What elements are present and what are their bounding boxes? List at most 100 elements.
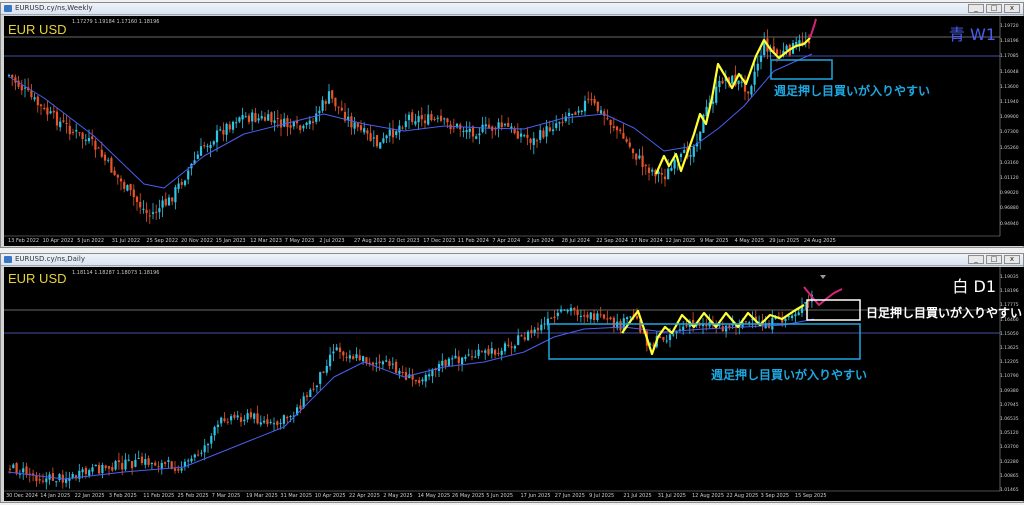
- candle-body: [692, 146, 695, 157]
- weekly-chart-area[interactable]: EUR USD 1.17279 1.19184 1.17160 1.18196 …: [4, 16, 1024, 246]
- candle-body: [335, 347, 338, 351]
- candle-body: [750, 85, 753, 95]
- candle-body: [500, 350, 503, 355]
- candle-body: [315, 385, 318, 388]
- candle-body: [685, 325, 688, 327]
- daily-chart-window[interactable]: EURUSD.cy/ns,Daily _ □ x EUR USD 1.18114…: [0, 253, 1024, 503]
- candle-body: [579, 315, 582, 317]
- weekly-window-titlebar[interactable]: EURUSD.cy/ns,Weekly _ □ x: [1, 3, 1023, 15]
- candle-body: [124, 459, 127, 470]
- candle-body: [158, 208, 161, 213]
- candle-body: [721, 80, 724, 84]
- candle-body: [78, 132, 81, 134]
- candle-body: [87, 138, 91, 142]
- price-tick-label: 1.19035: [1000, 275, 1019, 280]
- price-tick-label: 0.99020: [1000, 191, 1019, 197]
- candle-body: [718, 325, 721, 327]
- candle-body: [533, 329, 536, 333]
- candle-body: [673, 159, 676, 169]
- date-tick-label: 28 Jul 2024: [561, 238, 590, 244]
- candle-body: [220, 417, 223, 424]
- candle-body: [206, 145, 209, 147]
- candle-body: [299, 125, 302, 131]
- price-tick-label: 1.03160: [1000, 160, 1019, 166]
- candle-body: [414, 379, 417, 382]
- candle-body: [270, 112, 273, 123]
- date-tick-label: 25 Feb 2025: [177, 493, 209, 499]
- candle-body: [197, 454, 200, 456]
- candle-body: [173, 468, 177, 471]
- weekly-pullback-note: 週足押し目買いが入りやすい: [711, 368, 868, 382]
- price-tick-label: 1.17775: [1000, 303, 1019, 309]
- candle-body: [596, 101, 599, 112]
- candle-body: [129, 184, 132, 191]
- daily-window-titlebar[interactable]: EURUSD.cy/ns,Daily _ □ x: [1, 254, 1023, 266]
- candle-body: [71, 131, 75, 133]
- candle-body: [401, 127, 404, 129]
- date-tick-label: 10 Apr 2022: [42, 238, 74, 244]
- weekly-chart-window[interactable]: EURUSD.cy/ns,Weekly _ □ x EUR USD 1.1727…: [0, 2, 1024, 248]
- candle-body: [593, 99, 596, 104]
- candle-body: [414, 121, 417, 125]
- candle-body: [107, 466, 111, 469]
- candle-body: [111, 467, 114, 471]
- minimize-button[interactable]: _: [968, 255, 984, 264]
- candle-body: [651, 169, 654, 172]
- candle-body: [753, 71, 756, 85]
- candle-body: [114, 461, 117, 470]
- maximize-button[interactable]: □: [986, 4, 1002, 13]
- date-tick-label: 9 Jul 2025: [589, 493, 615, 499]
- candle-body: [203, 445, 206, 453]
- candle-body: [443, 118, 446, 120]
- symbol-label: EUR USD: [8, 271, 67, 286]
- candle-body: [249, 412, 252, 418]
- candle-body: [795, 41, 798, 45]
- moving-average-line: [7, 53, 813, 189]
- candle-body: [507, 344, 510, 346]
- candle-body: [470, 356, 474, 358]
- candle-body: [447, 358, 450, 366]
- maximize-button[interactable]: □: [986, 255, 1002, 264]
- candle-body: [437, 364, 441, 371]
- candle-body: [11, 74, 14, 78]
- candle-body: [167, 460, 170, 462]
- candle-body: [289, 416, 292, 418]
- close-button[interactable]: x: [1004, 255, 1020, 264]
- date-tick-label: 13 Feb 2022: [8, 238, 40, 244]
- close-button[interactable]: x: [1004, 4, 1020, 13]
- candle-body: [672, 334, 675, 336]
- candle-body: [423, 120, 427, 124]
- candle-body: [487, 348, 490, 355]
- candle-body: [660, 173, 663, 175]
- price-tick-label: 1.03700: [1000, 445, 1019, 451]
- candle-body: [183, 461, 186, 467]
- date-tick-label: 9 Mar 2025: [700, 238, 729, 244]
- candle-body: [503, 343, 507, 352]
- chart-shift-marker: [820, 275, 826, 279]
- candle-body: [257, 118, 260, 121]
- candle-body: [225, 123, 228, 135]
- candle-body: [718, 80, 721, 88]
- candle-body: [318, 110, 321, 114]
- candle-body: [530, 330, 533, 334]
- candle-body: [356, 123, 359, 128]
- candle-body: [251, 112, 254, 122]
- candle-body: [276, 421, 279, 425]
- candle-body: [543, 323, 546, 325]
- candle-body: [737, 80, 740, 84]
- candle-body: [401, 371, 404, 373]
- candle-body: [369, 133, 372, 141]
- candle-body: [292, 121, 295, 127]
- candle-body: [216, 424, 219, 428]
- candle-body: [256, 413, 259, 424]
- candle-body: [391, 128, 395, 138]
- candle-body: [441, 360, 444, 366]
- candle-body: [580, 110, 583, 112]
- candle-body: [263, 420, 266, 423]
- timeframe-label: 白 D1: [952, 277, 996, 296]
- daily-chart-area[interactable]: EUR USD 1.18114 1.18287 1.18073 1.18196 …: [4, 267, 1024, 501]
- minimize-button[interactable]: _: [968, 4, 984, 13]
- candle-body: [315, 113, 318, 122]
- candle-body: [418, 380, 421, 384]
- candle-body: [260, 116, 263, 119]
